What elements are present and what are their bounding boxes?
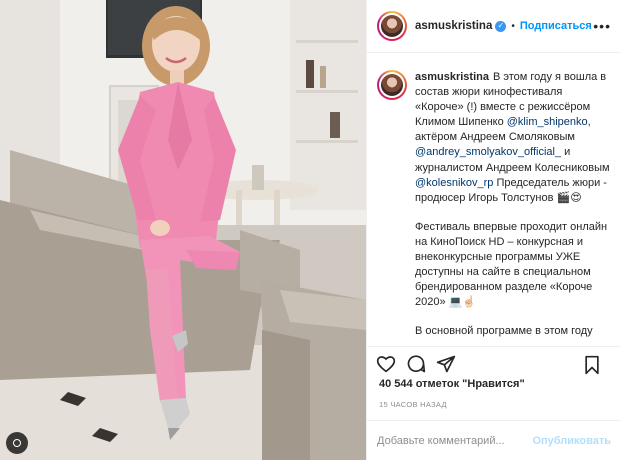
username[interactable]: asmuskristina: [415, 20, 492, 32]
heart-icon[interactable]: [375, 353, 397, 375]
more-icon[interactable]: •••: [593, 18, 611, 34]
mention-link[interactable]: @kolesnikov_rp: [415, 177, 493, 189]
caption-paragraph-2: Фестиваль впервые проходит онлайн на Кин…: [415, 220, 608, 309]
caption-paragraph-1: asmuskristina В этом году я вошла в соста…: [415, 70, 611, 206]
post-actions: [367, 346, 620, 380]
publish-button[interactable]: Опубликовать: [532, 435, 611, 447]
post-photo[interactable]: [0, 0, 366, 460]
separator-dot: •: [511, 20, 515, 32]
comment-input[interactable]: Добавьте комментарий...: [377, 435, 532, 447]
likes-count[interactable]: 40 544 отметок "Нравится": [379, 378, 525, 390]
follow-button[interactable]: Подписаться: [520, 20, 592, 32]
post-header: asmuskristina ✓ • Подписаться •••: [367, 0, 620, 53]
share-icon[interactable]: [435, 353, 457, 375]
comment-box: Добавьте комментарий... Опубликовать: [367, 420, 620, 460]
gallery-indicator-icon[interactable]: [6, 432, 28, 454]
mention-link[interactable]: @andrey_smolyakov_official_: [415, 146, 561, 158]
caption-block: asmuskristina В этом году я вошла в соста…: [367, 54, 620, 346]
mention-link[interactable]: @klim_shipenko: [507, 116, 588, 128]
comment-icon[interactable]: [405, 353, 427, 375]
post-timestamp[interactable]: 15 ЧАСОВ НАЗАД: [379, 400, 447, 409]
verified-badge-icon: ✓: [495, 20, 507, 32]
caption-text: asmuskristina В этом году я вошла в соста…: [415, 70, 611, 346]
caption-paragraph-3: В основной программе в этом году: [415, 325, 593, 338]
post-side-panel: asmuskristina ✓ • Подписаться ••• asmusk…: [366, 0, 620, 460]
caption-avatar[interactable]: [377, 70, 407, 100]
photo-image: [0, 0, 366, 460]
avatar[interactable]: [377, 11, 407, 41]
caption-username[interactable]: asmuskristina: [415, 71, 489, 83]
bookmark-icon[interactable]: [581, 354, 603, 376]
